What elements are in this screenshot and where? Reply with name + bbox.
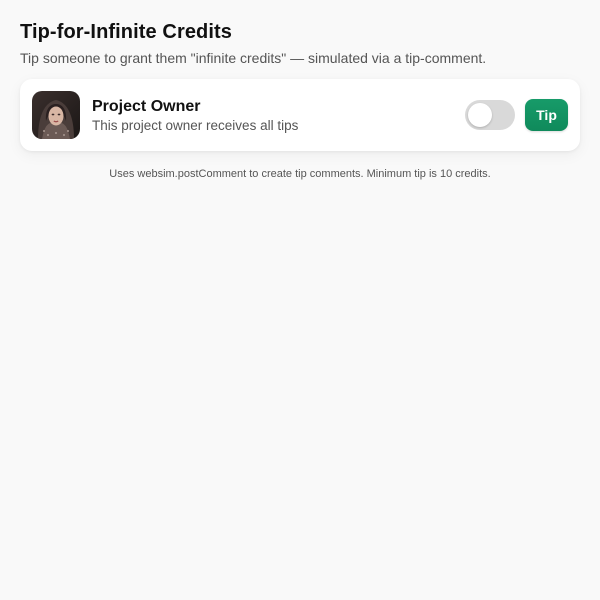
- avatar-photo-icon: [32, 91, 80, 139]
- owner-info: Project Owner This project owner receive…: [92, 97, 465, 134]
- owner-name: Project Owner: [92, 97, 201, 115]
- avatar: [32, 91, 80, 139]
- page-container: Tip-for-Infinite Credits Tip someone to …: [20, 18, 580, 181]
- toggle-switch[interactable]: [465, 100, 515, 130]
- page-title: Tip-for-Infinite Credits: [20, 21, 233, 43]
- tip-button[interactable]: Tip: [525, 99, 568, 131]
- toggle-knob: [468, 103, 492, 127]
- footer-note: Uses websim.postComment to create tip co…: [109, 168, 491, 180]
- page-subtitle: Tip someone to grant them "infinite cred…: [20, 50, 487, 66]
- owner-card: Project Owner This project owner receive…: [20, 79, 580, 151]
- owner-description: This project owner receives all tips: [92, 117, 299, 133]
